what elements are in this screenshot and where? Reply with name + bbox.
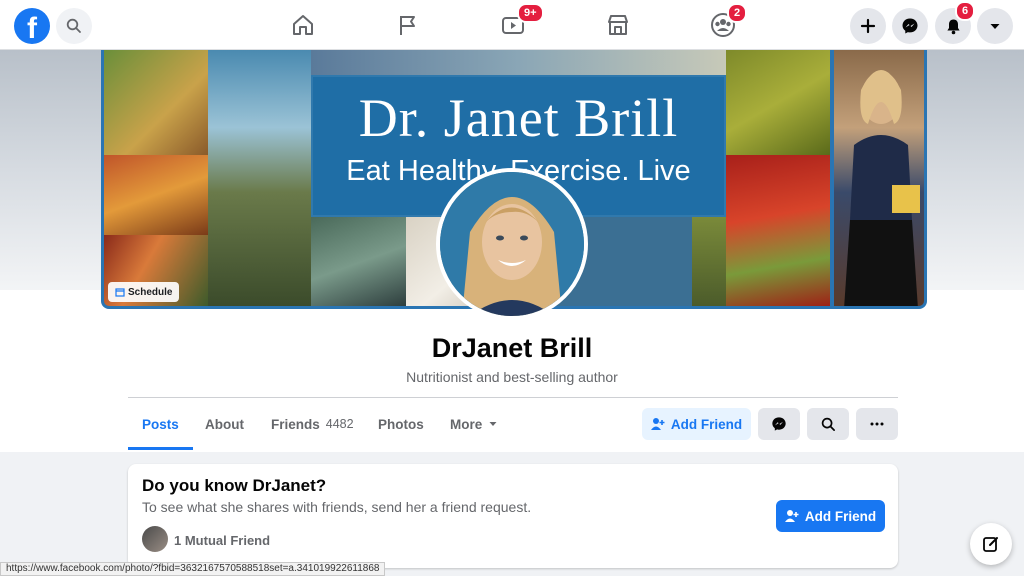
cover-tile-top-strip bbox=[311, 50, 726, 75]
schedule-tag[interactable]: Schedule bbox=[108, 282, 180, 302]
friends-count: 4482 bbox=[325, 417, 354, 431]
nav-marketplace[interactable] bbox=[598, 7, 638, 43]
caret-down-icon bbox=[489, 422, 497, 426]
schedule-label: Schedule bbox=[128, 286, 173, 298]
home-icon bbox=[293, 15, 313, 35]
notifications-badge: 6 bbox=[955, 1, 976, 21]
nav-watch[interactable]: 9+ bbox=[493, 3, 544, 43]
cover-tile-berries bbox=[208, 50, 311, 306]
card-add-friend-label: Add Friend bbox=[804, 508, 877, 524]
messenger-button[interactable] bbox=[892, 8, 928, 44]
flag-icon bbox=[400, 16, 415, 35]
account-menu-button[interactable] bbox=[977, 8, 1013, 44]
marketplace-icon bbox=[608, 15, 628, 35]
nav-pages[interactable] bbox=[388, 7, 428, 43]
mutual-friends-link[interactable]: 1 Mutual Friend bbox=[174, 533, 270, 548]
status-bar-url: https://www.facebook.com/photo/?fbid=363… bbox=[0, 562, 386, 576]
search-icon bbox=[66, 18, 81, 33]
plus-icon bbox=[860, 18, 876, 34]
calendar-icon bbox=[115, 288, 125, 297]
friend-request-card: Do you know DrJanet? To see what she sha… bbox=[128, 464, 898, 568]
tab-label: Photos bbox=[378, 416, 424, 432]
nav-home[interactable] bbox=[283, 7, 323, 43]
mutual-friend-avatar[interactable] bbox=[142, 526, 168, 552]
tab-label: Friends bbox=[271, 416, 320, 432]
tab-photos[interactable]: Photos bbox=[378, 398, 424, 450]
new-message-button[interactable] bbox=[970, 523, 1012, 565]
cover-tile-oils bbox=[104, 50, 208, 155]
add-friend-label: Add Friend bbox=[670, 416, 743, 432]
cover-tile-greens bbox=[692, 217, 726, 306]
messenger-icon bbox=[772, 417, 786, 431]
create-button[interactable] bbox=[850, 8, 886, 44]
watch-badge: 9+ bbox=[517, 3, 544, 23]
tab-label: Posts bbox=[142, 416, 179, 432]
tab-more[interactable]: More bbox=[450, 398, 498, 450]
add-friend-icon bbox=[784, 510, 799, 522]
profile-search-button[interactable] bbox=[807, 408, 849, 440]
messenger-icon bbox=[902, 18, 918, 34]
cover-tile-succulent bbox=[311, 217, 406, 306]
person-silhouette-icon bbox=[844, 70, 920, 306]
tab-label: About bbox=[205, 416, 244, 432]
caret-down-icon bbox=[990, 24, 1000, 29]
facebook-logo[interactable]: f bbox=[14, 8, 50, 44]
cover-tile-spices bbox=[104, 155, 208, 235]
search-icon bbox=[821, 417, 835, 431]
cover-tile-olives bbox=[726, 50, 830, 155]
add-friend-icon bbox=[650, 418, 665, 430]
notifications-button[interactable]: 6 bbox=[935, 1, 976, 44]
nav-groups[interactable]: 2 bbox=[703, 3, 748, 43]
search-button[interactable] bbox=[56, 8, 92, 44]
more-options-button[interactable] bbox=[856, 408, 898, 440]
card-add-friend-button[interactable]: Add Friend bbox=[776, 500, 885, 532]
tab-friends[interactable]: Friends 4482 bbox=[271, 398, 354, 450]
avatar-portrait-icon bbox=[440, 172, 584, 316]
bell-icon bbox=[946, 19, 960, 34]
groups-badge: 2 bbox=[727, 3, 748, 23]
compose-icon bbox=[983, 537, 998, 552]
tab-posts[interactable]: Posts bbox=[128, 398, 193, 450]
profile-avatar[interactable] bbox=[436, 168, 588, 320]
add-friend-button[interactable]: Add Friend bbox=[642, 408, 751, 440]
message-button[interactable] bbox=[758, 408, 800, 440]
card-subtitle: To see what she shares with friends, sen… bbox=[142, 499, 532, 515]
tab-label: More bbox=[450, 416, 483, 432]
profile-bio: Nutritionist and best-selling author bbox=[406, 369, 618, 385]
cover-banner-title: Dr. Janet Brill bbox=[358, 88, 679, 148]
card-title: Do you know DrJanet? bbox=[142, 476, 327, 495]
tab-about[interactable]: About bbox=[205, 398, 244, 450]
ellipsis-icon bbox=[870, 422, 884, 426]
profile-name: DrJanet Brill bbox=[431, 333, 593, 363]
cover-tile-peppers bbox=[726, 155, 830, 306]
top-navigation-bar: f 9+ 2 6 bbox=[0, 0, 1024, 50]
